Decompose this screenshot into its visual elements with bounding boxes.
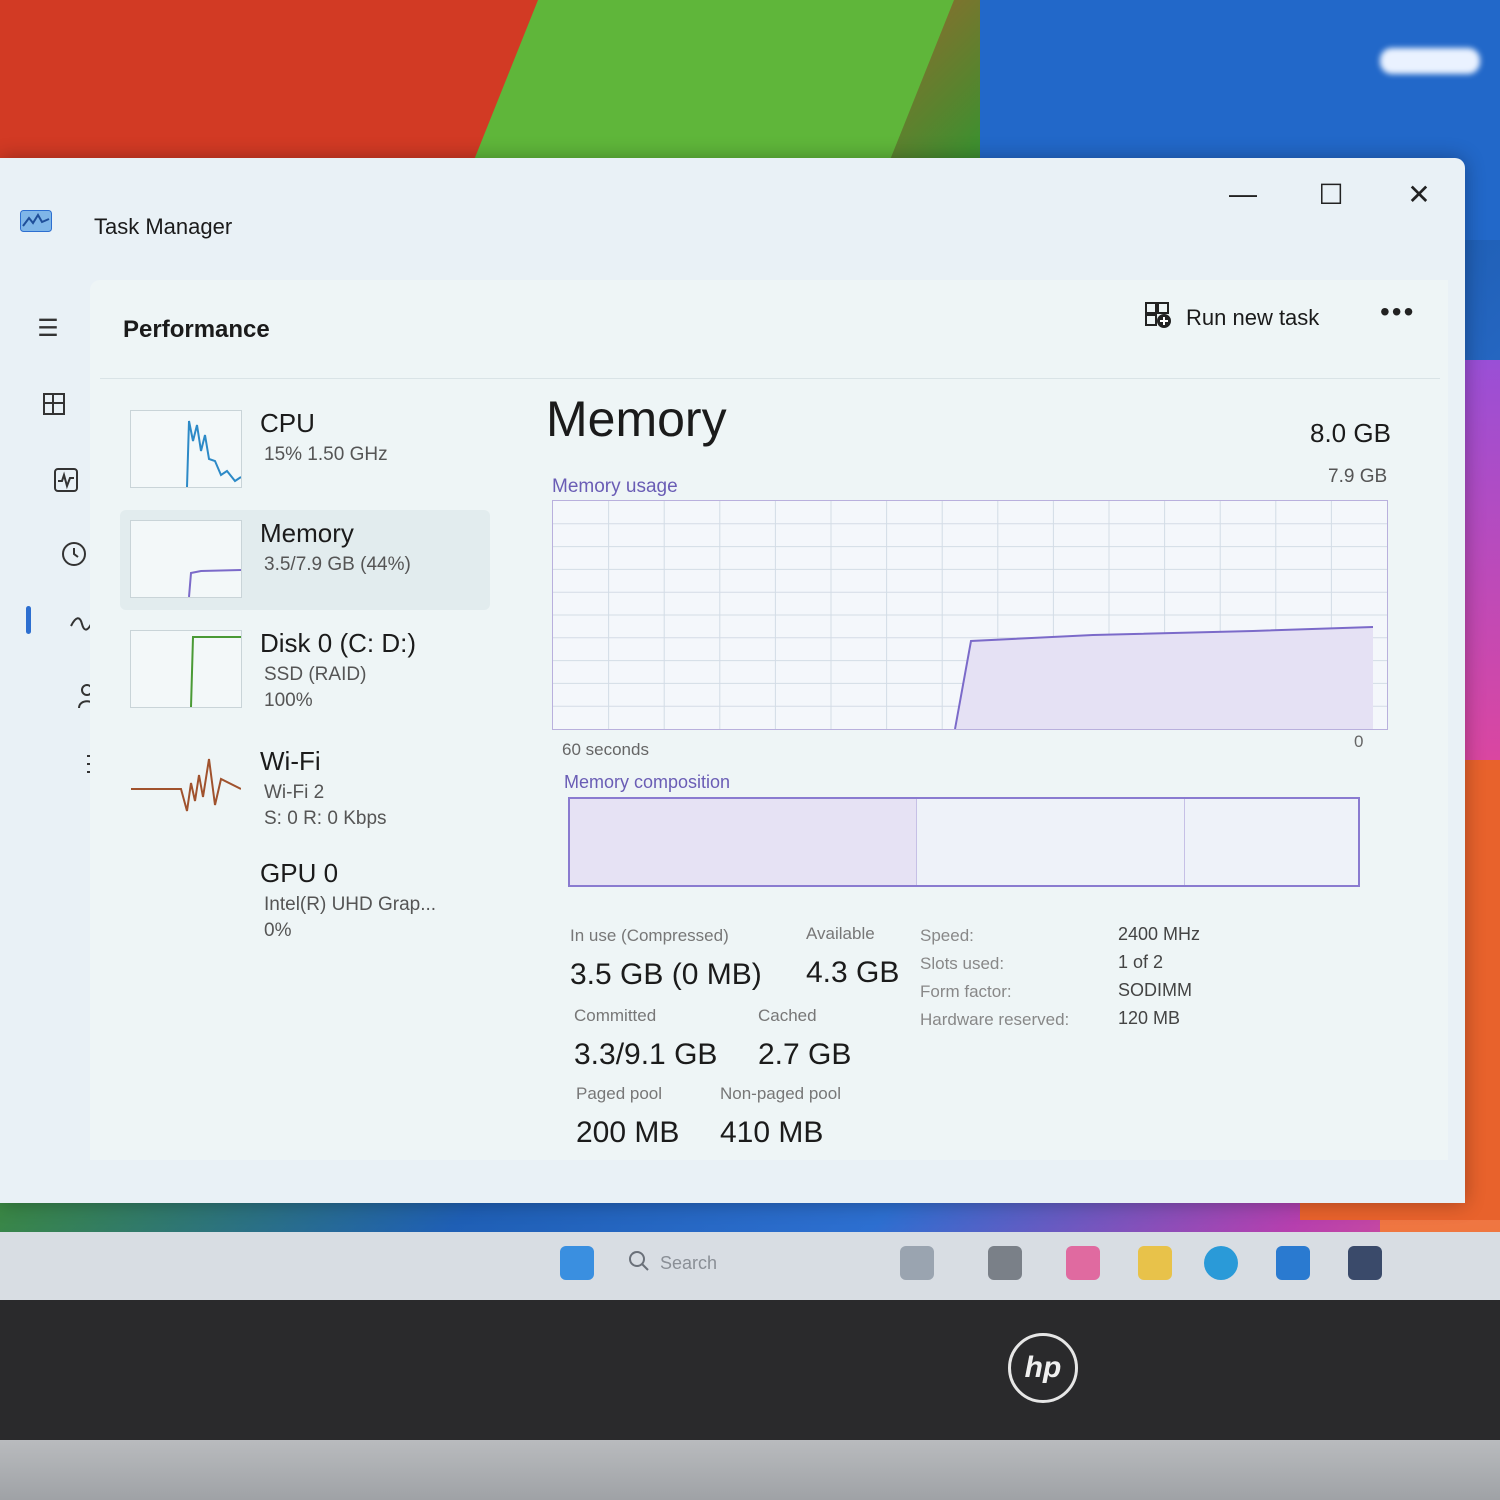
app-icon[interactable] bbox=[1066, 1246, 1100, 1280]
disk-thumbnail-graph bbox=[130, 630, 242, 708]
memory-usage-label: Memory usage bbox=[552, 476, 678, 497]
graph-zero-label: 0 bbox=[1354, 732, 1364, 751]
performance-icon[interactable] bbox=[44, 460, 88, 500]
spec-slots-value: 1 of 2 bbox=[1118, 952, 1164, 972]
memory-usage-chart bbox=[553, 501, 1387, 729]
search-placeholder: Search bbox=[660, 1252, 718, 1273]
stat-paged-pool: Paged pool 200 MB bbox=[576, 1084, 680, 1149]
run-task-icon bbox=[1144, 301, 1172, 335]
resource-name: Wi-Fi bbox=[260, 746, 321, 776]
resource-name: CPU bbox=[260, 408, 315, 438]
memory-usage-graph bbox=[552, 500, 1388, 730]
search-icon bbox=[628, 1250, 650, 1277]
hp-logo: hp bbox=[1008, 1333, 1078, 1403]
page-title: Performance bbox=[123, 316, 270, 343]
memory-composition-label: Memory composition bbox=[564, 772, 731, 792]
resource-name: Memory bbox=[260, 518, 354, 548]
composition-modified bbox=[917, 799, 1186, 885]
stat-available: Available 4.3 GB bbox=[806, 924, 900, 989]
app-icon[interactable] bbox=[988, 1246, 1022, 1280]
task-manager-window: Task Manager — ☐ ✕ ☰ Performance Run new… bbox=[0, 158, 1465, 1203]
resource-detail: 3.5/7.9 GB (44%) bbox=[264, 554, 411, 575]
stat-committed: Committed 3.3/9.1 GB bbox=[574, 1006, 718, 1071]
cpu-thumbnail-graph bbox=[130, 410, 242, 488]
hamburger-menu-icon[interactable]: ☰ bbox=[26, 308, 70, 348]
spec-form-factor-label: Form factor: bbox=[920, 982, 1012, 1001]
processes-icon[interactable] bbox=[32, 384, 76, 424]
resource-detail: S: 0 R: 0 Kbps bbox=[264, 808, 387, 829]
spec-hw-reserved-value: 120 MB bbox=[1118, 1008, 1181, 1028]
resource-name: GPU 0 bbox=[260, 858, 339, 888]
resource-detail: 100% bbox=[264, 690, 313, 711]
memory-thumbnail-graph bbox=[130, 520, 242, 598]
wifi-thumbnail-graph bbox=[130, 748, 242, 826]
minimize-button[interactable]: — bbox=[1218, 174, 1268, 214]
resource-memory[interactable]: Memory 3.5/7.9 GB (44%) bbox=[120, 510, 490, 610]
resource-wifi[interactable]: Wi-Fi Wi-Fi 2 S: 0 R: 0 Kbps bbox=[120, 738, 490, 838]
store-icon[interactable] bbox=[1276, 1246, 1310, 1280]
taskbar-search[interactable]: Search bbox=[628, 1246, 828, 1280]
spec-speed-value: 2400 MHz bbox=[1118, 924, 1201, 944]
performance-content: Performance Run new task ••• CPU 15% 1.5… bbox=[90, 280, 1448, 1160]
resource-detail: 0% bbox=[264, 920, 292, 941]
close-button[interactable]: ✕ bbox=[1394, 174, 1444, 214]
memory-composition-bar bbox=[568, 797, 1360, 887]
nav-selection-indicator bbox=[26, 606, 31, 634]
resource-cpu[interactable]: CPU 15% 1.50 GHz bbox=[120, 400, 490, 500]
dropbox-icon[interactable] bbox=[1348, 1246, 1382, 1280]
widgets-icon[interactable] bbox=[900, 1246, 934, 1280]
laptop-bezel bbox=[0, 1300, 1500, 1440]
resource-name: Disk 0 (C: D:) bbox=[260, 628, 416, 658]
resource-detail: Intel(R) UHD Grap... bbox=[264, 894, 437, 915]
task-manager-app-icon bbox=[20, 210, 52, 232]
window-title: Task Manager bbox=[94, 214, 233, 239]
maximize-button[interactable]: ☐ bbox=[1306, 174, 1356, 214]
graph-time-label: 60 seconds bbox=[562, 740, 649, 759]
memory-total: 8.0 GB bbox=[1310, 418, 1391, 448]
resource-detail: SSD (RAID) bbox=[264, 664, 367, 685]
stat-cached: Cached 2.7 GB bbox=[758, 1006, 852, 1071]
laptop-base bbox=[0, 1440, 1500, 1500]
edge-icon[interactable] bbox=[1204, 1246, 1238, 1280]
stat-in-use: In use (Compressed) 3.5 GB (0 MB) bbox=[570, 926, 762, 991]
spec-speed-label: Speed: bbox=[920, 926, 974, 945]
spec-hw-reserved-label: Hardware reserved: bbox=[920, 1010, 1070, 1029]
resource-disk[interactable]: Disk 0 (C: D:) SSD (RAID) 100% bbox=[120, 620, 490, 720]
memory-max-label: 7.9 GB bbox=[1328, 466, 1388, 487]
title-bar: Task Manager — ☐ ✕ bbox=[0, 158, 1465, 268]
start-icon[interactable] bbox=[560, 1246, 594, 1280]
spec-form-factor-value: SODIMM bbox=[1118, 980, 1192, 1000]
header-divider bbox=[100, 378, 1440, 379]
composition-in-use bbox=[570, 799, 917, 885]
memory-heading: Memory bbox=[546, 391, 727, 447]
file-explorer-icon[interactable] bbox=[1138, 1246, 1172, 1280]
run-task-label: Run new task bbox=[1186, 305, 1320, 330]
resource-gpu[interactable]: GPU 0 Intel(R) UHD Grap... 0% bbox=[120, 850, 490, 950]
resource-detail: Wi-Fi 2 bbox=[264, 782, 325, 803]
resource-detail: 15% 1.50 GHz bbox=[264, 444, 388, 465]
run-new-task-button[interactable]: Run new task bbox=[1144, 298, 1319, 338]
spec-slots-label: Slots used: bbox=[920, 954, 1005, 973]
stat-nonpaged-pool: Non-paged pool 410 MB bbox=[720, 1084, 841, 1149]
composition-free bbox=[1185, 799, 1358, 885]
more-options-button[interactable]: ••• bbox=[1380, 296, 1415, 328]
